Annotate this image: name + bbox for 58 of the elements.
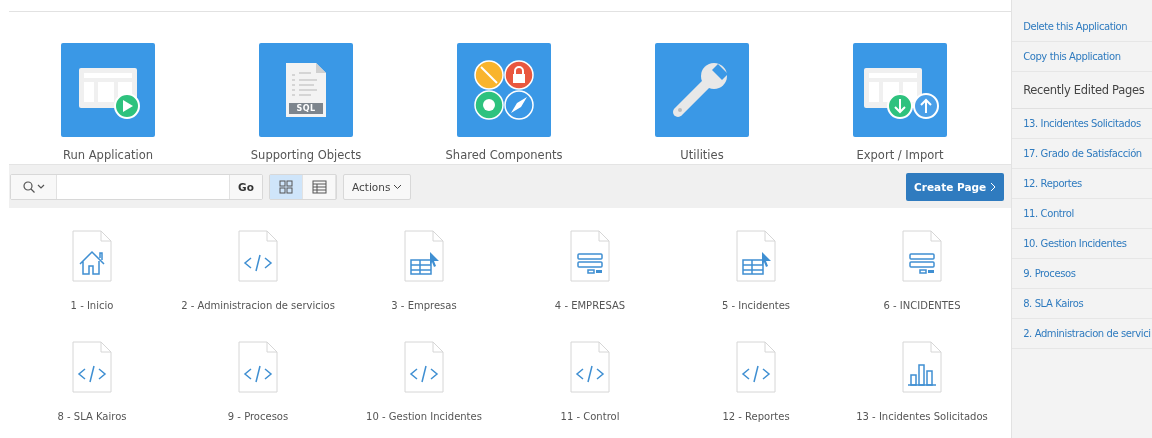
- sql-badge: SQL: [289, 103, 323, 114]
- create-page-button[interactable]: Create Page: [906, 172, 1005, 201]
- page-code-icon[interactable]: [570, 341, 610, 393]
- tile-button[interactable]: [61, 43, 155, 137]
- recent-page-link[interactable]: 2. Administracion de servici: [1012, 319, 1152, 349]
- tile-button[interactable]: [853, 43, 947, 137]
- recent-page-link[interactable]: 9. Procesos: [1012, 259, 1152, 289]
- recent-page-link[interactable]: 12. Reportes: [1012, 169, 1152, 199]
- page-grid-cursor-icon[interactable]: [404, 230, 444, 282]
- page-label[interactable]: 13 - Incidentes Solicitados: [856, 411, 988, 422]
- sidebar-link[interactable]: Delete this Application: [1012, 12, 1152, 42]
- page-label[interactable]: 11 - Control: [560, 411, 620, 422]
- sidebar-link[interactable]: Copy this Application: [1012, 42, 1152, 72]
- page-code-icon[interactable]: [238, 341, 278, 393]
- actions-menu[interactable]: Actions: [343, 173, 412, 200]
- view-toggle[interactable]: [270, 174, 303, 199]
- page-grid-cursor-icon[interactable]: [736, 230, 776, 282]
- page-code-icon[interactable]: [72, 341, 112, 393]
- go-button[interactable]: Go: [229, 174, 262, 199]
- tile-button[interactable]: [655, 43, 749, 137]
- tile-button[interactable]: SQL: [259, 43, 353, 137]
- components-icon: [473, 59, 535, 121]
- page-code-icon[interactable]: [736, 341, 776, 393]
- page-label[interactable]: 4 - EMPRESAS: [554, 300, 626, 311]
- view-toggle[interactable]: [303, 174, 336, 199]
- section-heading: Recently Edited Pages: [1012, 72, 1152, 109]
- recent-page-link[interactable]: 10. Gestion Incidentes: [1012, 229, 1152, 259]
- recent-page-link[interactable]: 13. Incidentes Solicitados: [1012, 109, 1152, 139]
- caret-icon: [393, 183, 403, 190]
- page-form-icon[interactable]: [902, 230, 942, 282]
- tile-label: Run Application: [63, 148, 153, 162]
- page-form-icon[interactable]: [570, 230, 610, 282]
- page-code-icon[interactable]: [238, 230, 278, 282]
- tile-label: Supporting Objects: [250, 148, 362, 162]
- page-label[interactable]: 6 - INCIDENTES: [883, 300, 961, 311]
- tile-button[interactable]: [457, 43, 551, 137]
- page-label[interactable]: 12 - Reportes: [722, 411, 790, 422]
- search-field[interactable]: Go: [10, 173, 263, 200]
- page-label[interactable]: 1 - Inicio: [70, 300, 114, 311]
- grid-view-icon: [279, 179, 293, 194]
- page-label[interactable]: 10 - Gestion Incidentes: [366, 411, 482, 422]
- recent-page-link[interactable]: 11. Control: [1012, 199, 1152, 229]
- table-view-icon: [311, 179, 327, 194]
- page-label[interactable]: 2 - Administracion de servicios: [181, 300, 335, 311]
- page-label[interactable]: 9 - Procesos: [227, 411, 289, 422]
- page-label[interactable]: 3 - Empresas: [391, 300, 457, 311]
- tile-label: Utilities: [680, 148, 724, 162]
- recent-page-link[interactable]: 8. SLA Kairos: [1012, 289, 1152, 319]
- page-home-icon[interactable]: [72, 230, 112, 282]
- recent-page-link[interactable]: 17. Grado de Satisfacción: [1012, 139, 1152, 169]
- page-code-icon[interactable]: [404, 341, 444, 393]
- page-chart-icon[interactable]: [902, 341, 942, 393]
- search-icon: [22, 180, 45, 193]
- tile-label: Export / Import: [856, 148, 944, 162]
- page-label[interactable]: 8 - SLA Kairos: [57, 411, 127, 422]
- chevron-icon: [990, 181, 997, 192]
- page-label[interactable]: 5 - Incidentes: [722, 300, 790, 311]
- tile-label: Shared Components: [445, 148, 563, 162]
